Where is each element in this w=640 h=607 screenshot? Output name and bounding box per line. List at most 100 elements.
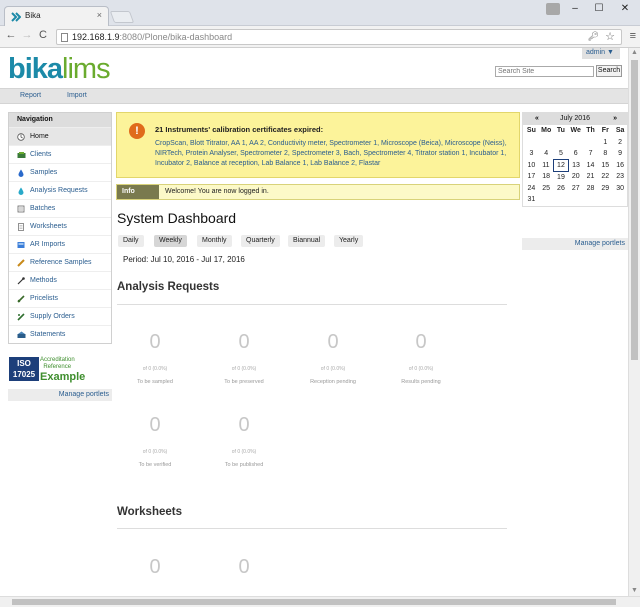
calendar-next-button[interactable]: » bbox=[613, 115, 617, 122]
nav-item-reference-samples[interactable]: Reference Samples bbox=[9, 253, 111, 271]
calendar-day[interactable]: 21 bbox=[583, 171, 598, 183]
calendar-day[interactable]: 6 bbox=[568, 148, 583, 160]
scroll-up-icon[interactable]: ▲ bbox=[631, 49, 638, 56]
topnav-import[interactable]: Import bbox=[67, 92, 87, 99]
calendar-day[interactable]: 10 bbox=[524, 160, 539, 172]
calendar-day[interactable]: 1 bbox=[598, 137, 613, 149]
stat-results-pending[interactable]: 0 of 0 (0.0%) Results pending bbox=[381, 331, 461, 385]
worksheet-stat[interactable]: 0 bbox=[204, 556, 284, 580]
nav-item-batches[interactable]: Batches bbox=[9, 199, 111, 217]
manage-portlets-right-link[interactable]: Manage portlets bbox=[522, 238, 628, 250]
close-window-button[interactable]: ✕ bbox=[618, 3, 632, 14]
calendar-day[interactable]: 26 bbox=[554, 183, 569, 195]
browser-menu-icon[interactable]: ≡ bbox=[630, 30, 636, 42]
horizontal-scroll-thumb[interactable] bbox=[12, 599, 616, 605]
calendar-day[interactable]: 14 bbox=[583, 160, 598, 172]
stat-value: 0 bbox=[238, 556, 250, 578]
minimize-button[interactable]: – bbox=[568, 3, 582, 14]
nav-item-home[interactable]: Home bbox=[9, 127, 111, 145]
tab-close-icon[interactable]: × bbox=[97, 10, 102, 20]
admin-menu[interactable]: admin ▼ bbox=[582, 48, 620, 59]
nav-item-ar-imports[interactable]: AR Imports bbox=[9, 235, 111, 253]
reload-button[interactable]: C bbox=[36, 29, 50, 41]
stat-to-be-sampled[interactable]: 0 of 0 (0.0%) To be sampled bbox=[115, 331, 195, 385]
period-biannual-button[interactable]: Biannual bbox=[288, 235, 326, 247]
url-field[interactable]: 192.168.1.9:8080/Plone/bika-dashboard 🔑︎… bbox=[56, 29, 622, 45]
search-button[interactable]: Search bbox=[596, 65, 622, 77]
calendar-day[interactable]: 29 bbox=[598, 183, 613, 195]
alert-instruments-list[interactable]: CropScan, Blott Titrator, AA 1, AA 2, Co… bbox=[155, 139, 515, 169]
calendar-day[interactable]: 25 bbox=[539, 183, 554, 195]
iso-17025-badge[interactable]: ISO 17025 Accreditation Reference Example bbox=[9, 357, 89, 383]
calendar-day[interactable]: 7 bbox=[583, 148, 598, 160]
logo-part-lims: lims bbox=[62, 53, 111, 85]
calendar-day[interactable]: 18 bbox=[539, 171, 554, 183]
forward-button[interactable]: → bbox=[20, 29, 34, 41]
nav-item-methods[interactable]: Methods bbox=[9, 271, 111, 289]
period-quarterly-button[interactable]: Quarterly bbox=[241, 235, 280, 247]
maximize-button[interactable]: ☐ bbox=[592, 3, 606, 14]
calendar-day[interactable]: 8 bbox=[598, 148, 613, 160]
stat-to-be-published[interactable]: 0 of 0 (0.0%) To be published bbox=[204, 414, 284, 468]
calendar-day-today[interactable]: 12 bbox=[553, 159, 569, 172]
nav-item-analysis-requests[interactable]: Analysis Requests bbox=[9, 181, 111, 199]
nav-item-label: Statements bbox=[30, 331, 66, 338]
calendar-day[interactable]: 31 bbox=[524, 194, 539, 206]
warning-icon: ! bbox=[129, 123, 145, 139]
calendar-day[interactable]: 23 bbox=[613, 171, 628, 183]
stat-to-be-preserved[interactable]: 0 of 0 (0.0%) To be preserved bbox=[204, 331, 284, 385]
topnav-report[interactable]: Report bbox=[20, 92, 41, 99]
period-yearly-button[interactable]: Yearly bbox=[334, 235, 364, 247]
calendar-day[interactable]: 22 bbox=[598, 171, 613, 183]
key-icon[interactable]: 🔑︎ bbox=[588, 31, 599, 42]
nav-item-samples[interactable]: Samples bbox=[9, 163, 111, 181]
user-profile-icon[interactable] bbox=[546, 3, 560, 15]
back-button[interactable]: ← bbox=[4, 29, 18, 41]
vertical-scroll-thumb[interactable] bbox=[631, 60, 638, 360]
calendar-day[interactable]: 2 bbox=[613, 137, 628, 149]
browser-tab[interactable]: Bika × bbox=[4, 6, 109, 26]
worksheet-stat[interactable]: 0 bbox=[115, 556, 195, 580]
nav-item-supply-orders[interactable]: Supply Orders bbox=[9, 307, 111, 325]
calendar-day[interactable]: 30 bbox=[613, 183, 628, 195]
scroll-down-icon[interactable]: ▼ bbox=[631, 587, 638, 594]
calendar-day[interactable]: 5 bbox=[554, 148, 569, 160]
stat-value: 0 bbox=[415, 331, 427, 353]
bookmark-star-icon[interactable]: ☆ bbox=[605, 30, 615, 43]
weekday-label: We bbox=[570, 127, 581, 135]
nav-item-label: Supply Orders bbox=[30, 313, 75, 320]
nav-item-pricelists[interactable]: Pricelists bbox=[9, 289, 111, 307]
stat-reception-pending[interactable]: 0 of 0 (0.0%) Reception pending bbox=[293, 331, 373, 385]
period-weekly-button[interactable]: Weekly bbox=[154, 235, 187, 247]
nav-item-statements[interactable]: Statements bbox=[9, 325, 111, 343]
worksheet-icon bbox=[17, 223, 25, 231]
calendar-day[interactable]: 3 bbox=[524, 148, 539, 160]
horizontal-scrollbar[interactable] bbox=[0, 596, 640, 607]
period-monthly-button[interactable]: Monthly bbox=[197, 235, 232, 247]
calendar-day[interactable]: 16 bbox=[613, 160, 628, 172]
calendar-header: « July 2016 » bbox=[523, 113, 627, 125]
nav-item-worksheets[interactable]: Worksheets bbox=[9, 217, 111, 235]
new-tab-button[interactable] bbox=[109, 11, 135, 23]
stat-to-be-verified[interactable]: 0 of 0 (0.0%) To be verified bbox=[115, 414, 195, 468]
calendar-day[interactable]: 9 bbox=[613, 148, 628, 160]
calendar-day[interactable]: 15 bbox=[598, 160, 613, 172]
calendar-day[interactable]: 13 bbox=[568, 160, 583, 172]
worksheets-title: Worksheets bbox=[117, 506, 182, 518]
analysis-request-icon bbox=[17, 187, 25, 195]
calendar-day[interactable]: 4 bbox=[539, 148, 554, 160]
calendar-day[interactable]: 24 bbox=[524, 183, 539, 195]
bika-lims-logo[interactable]: bikalims bbox=[8, 53, 111, 86]
nav-item-clients[interactable]: Clients bbox=[9, 145, 111, 163]
calendar-day[interactable]: 28 bbox=[583, 183, 598, 195]
calendar-week: 10 11 12 13 14 15 16 bbox=[524, 159, 628, 172]
calendar-day[interactable]: 17 bbox=[524, 171, 539, 183]
search-input[interactable] bbox=[495, 66, 594, 77]
period-daily-button[interactable]: Daily bbox=[118, 235, 144, 247]
calendar-day[interactable]: 19 bbox=[554, 171, 569, 183]
manage-portlets-left-link[interactable]: Manage portlets bbox=[8, 389, 112, 401]
calendar-day[interactable]: 27 bbox=[568, 183, 583, 195]
vertical-scrollbar[interactable]: ▲ ▼ bbox=[628, 48, 640, 596]
calendar-day[interactable]: 11 bbox=[539, 160, 554, 172]
calendar-day[interactable]: 20 bbox=[568, 171, 583, 183]
